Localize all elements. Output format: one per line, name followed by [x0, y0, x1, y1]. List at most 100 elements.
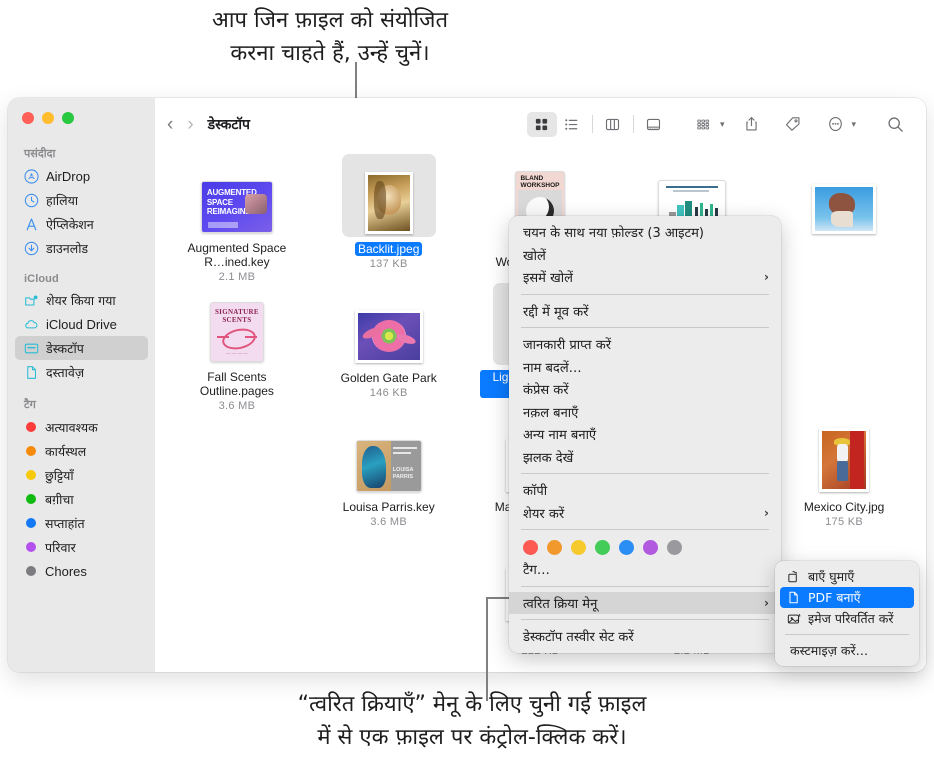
sidebar-item-airdrop[interactable]: AirDrop: [15, 164, 148, 188]
file-thumbnail: [190, 412, 284, 495]
search-button[interactable]: [880, 112, 910, 137]
navigation-buttons: ‹ ›: [167, 115, 194, 134]
chevron-right-icon: ›: [764, 595, 769, 610]
menu-separator: [521, 529, 769, 530]
submenu-item-rotate-left[interactable]: बाएँ घुमाएँ: [780, 566, 914, 587]
file-item[interactable]: [777, 154, 911, 283]
file-item[interactable]: Mexico City.jpg 175 KB: [777, 412, 911, 541]
file-item[interactable]: LOUISA PARRIS Louisa Parris.key 3.6 MB: [322, 412, 456, 541]
tag-color-dot: [26, 470, 36, 480]
sidebar-tag-family[interactable]: परिवार: [15, 535, 148, 559]
menu-item-rename[interactable]: नाम बदलें…: [509, 356, 781, 379]
share-button[interactable]: [736, 112, 766, 137]
sidebar-tag-label: अत्यावश्यक: [45, 419, 98, 435]
menu-item-open[interactable]: खोलें: [509, 244, 781, 267]
tag-swatch-blue[interactable]: [619, 540, 634, 555]
menu-item-copy[interactable]: कॉपी: [509, 479, 781, 502]
sidebar-item-label: दस्तावेज़: [46, 364, 85, 380]
file-item[interactable]: Golden Gate Park 146 KB: [322, 283, 456, 412]
tag-swatch-yellow[interactable]: [571, 540, 586, 555]
sidebar-item-label: शेयर किया गया: [46, 292, 116, 308]
menu-item-label: अन्य नाम बनाएँ: [523, 428, 597, 444]
menu-item-label: टैग…: [523, 563, 550, 579]
file-item[interactable]: SIGNATURE SCENTS — — — — Fall Scents Outl…: [170, 283, 304, 412]
menu-item-open-with[interactable]: इसमें खोलें ›: [509, 266, 781, 289]
desktop-icon: [23, 340, 39, 356]
sidebar-tag-garden[interactable]: बग़ीचा: [15, 487, 148, 511]
tag-swatch-green[interactable]: [595, 540, 610, 555]
gallery-view-button[interactable]: [639, 112, 669, 137]
airdrop-icon: [23, 168, 39, 184]
file-item: [322, 541, 456, 670]
submenu-separator: [785, 634, 909, 635]
zoom-button[interactable]: [62, 112, 74, 124]
file-name: Louisa Parris.key: [342, 500, 435, 514]
back-button[interactable]: ‹: [167, 115, 173, 134]
sidebar-item-desktop[interactable]: डेस्कटॉप: [15, 336, 148, 360]
top-callout-text: आप जिन फ़ाइल को संयोजित करना चाहते हैं, …: [211, 8, 449, 66]
tag-swatch-gray[interactable]: [667, 540, 682, 555]
menu-item-label: रद्दी में मूव करें: [523, 304, 589, 320]
menu-item-label: इसमें खोलें: [523, 271, 573, 287]
file-name: Augmented Space R…ined.key: [187, 241, 287, 269]
file-size: 2.1 MB: [218, 271, 256, 283]
icon-view-button[interactable]: [526, 111, 557, 137]
tag-color-dot: [26, 422, 36, 432]
menu-item-tags[interactable]: टैग…: [509, 558, 781, 581]
menu-item-compress[interactable]: कंप्रेस करें: [509, 378, 781, 401]
menu-item-new-folder-with-selection[interactable]: चयन के साथ नया फ़ोल्डर (3 आइटम): [509, 221, 781, 244]
tag-color-dot: [26, 542, 36, 552]
menu-item-quick-actions[interactable]: त्वरित क्रिया मेनू ›: [509, 591, 781, 614]
view-toggle-group: [526, 111, 669, 137]
applications-icon: [23, 216, 39, 232]
file-thumbnail: [342, 283, 436, 366]
file-thumbnail: [797, 154, 891, 237]
tag-button[interactable]: [778, 112, 808, 137]
minimize-button[interactable]: [42, 112, 54, 124]
sidebar-item-icloud-drive[interactable]: iCloud Drive: [15, 312, 148, 336]
menu-item-move-to-trash[interactable]: रद्दी में मूव करें: [509, 300, 781, 323]
sidebar-item-shared[interactable]: शेयर किया गया: [15, 288, 148, 312]
sidebar-item-documents[interactable]: दस्तावेज़: [15, 360, 148, 384]
sidebar-tag-chores[interactable]: Chores: [15, 559, 148, 583]
more-actions-button[interactable]: ▾: [820, 112, 856, 137]
file-name: Fall Scents Outline.pages: [199, 370, 274, 398]
tag-color-dot: [26, 494, 36, 504]
tag-swatch-purple[interactable]: [643, 540, 658, 555]
file-thumbnail: LOUISA PARRIS: [342, 412, 436, 495]
file-thumbnail: [342, 541, 436, 624]
group-by-button[interactable]: ▾: [689, 112, 724, 137]
file-size: 137 KB: [369, 258, 408, 270]
file-size: 175 KB: [825, 516, 864, 528]
menu-item-label: कॉपी: [523, 484, 548, 500]
menu-item-make-alias[interactable]: अन्य नाम बनाएँ: [509, 423, 781, 446]
file-item[interactable]: Backlit.jpeg 137 KB: [322, 154, 456, 283]
sidebar-tag-weekend[interactable]: सप्ताहांत: [15, 511, 148, 535]
menu-item-quick-look[interactable]: झलक देखें: [509, 446, 781, 469]
sidebar-item-applications[interactable]: ऐप्लिकेशन: [15, 212, 148, 236]
close-button[interactable]: [22, 112, 34, 124]
pdf-icon: [786, 591, 801, 604]
sidebar-item-downloads[interactable]: डाउनलोड: [15, 236, 148, 260]
menu-item-set-desktop-picture[interactable]: डेस्कटॉप तस्वीर सेट करें: [509, 625, 781, 648]
menu-item-duplicate[interactable]: नक़ल बनाएँ: [509, 401, 781, 424]
forward-button[interactable]: ›: [187, 115, 193, 134]
tag-swatch-orange[interactable]: [547, 540, 562, 555]
toolbar-divider: [632, 115, 634, 133]
sidebar-tag-holidays[interactable]: छुट्टियाँ: [15, 463, 148, 487]
submenu-item-create-pdf[interactable]: PDF बनाएँ: [780, 587, 914, 608]
sidebar-tag-urgent[interactable]: अत्यावश्यक: [15, 415, 148, 439]
document-icon: [23, 364, 39, 380]
sidebar-item-recents[interactable]: हालिया: [15, 188, 148, 212]
file-thumbnail: [797, 283, 891, 366]
submenu-item-convert-image[interactable]: इमेज परिवर्तित करें: [780, 608, 914, 629]
column-view-button[interactable]: [598, 112, 628, 137]
tag-swatch-red[interactable]: [523, 540, 538, 555]
list-view-button[interactable]: [557, 112, 587, 137]
file-item[interactable]: AUGMENTED SPACE REIMAGINED Augmented Space…: [170, 154, 304, 283]
menu-item-share[interactable]: शेयर करें ›: [509, 502, 781, 525]
submenu-item-customize[interactable]: कस्टमाइज़ करें…: [780, 640, 914, 661]
submenu-item-label: इमेज परिवर्तित करें: [808, 611, 894, 626]
sidebar-tag-work[interactable]: कार्यस्थल: [15, 439, 148, 463]
menu-item-get-info[interactable]: जानकारी प्राप्त करें: [509, 333, 781, 356]
